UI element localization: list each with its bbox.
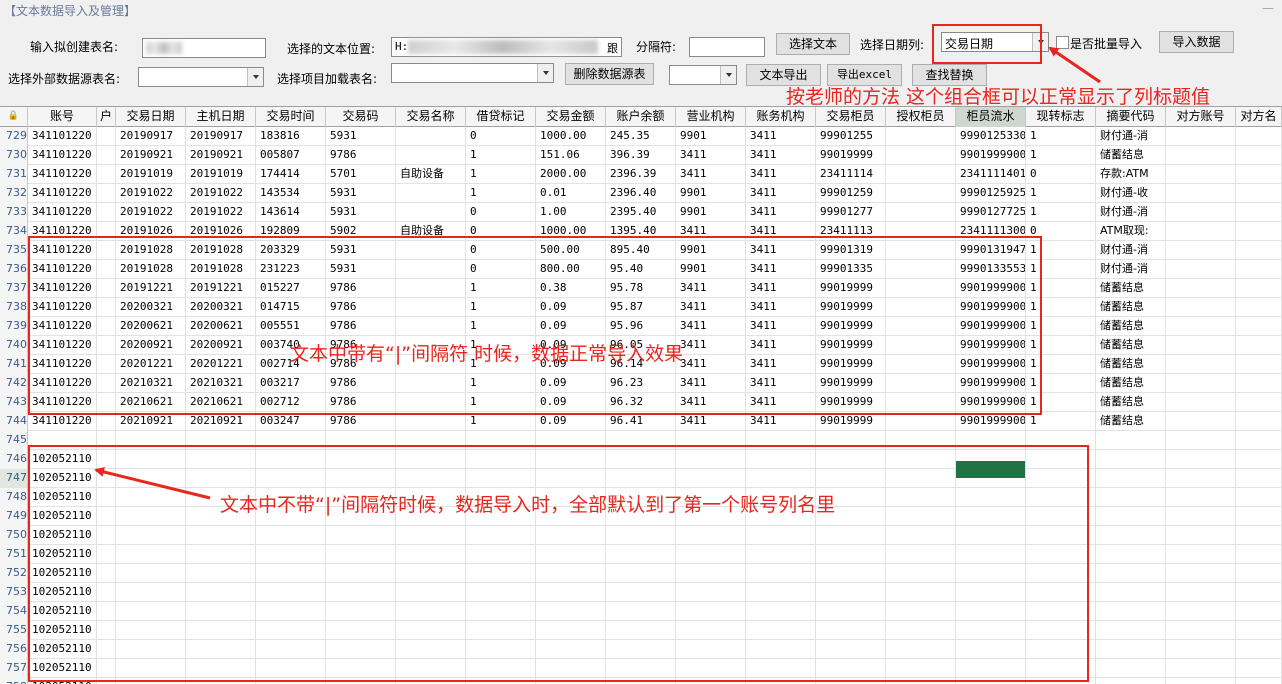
- annotation-arrows: [94, 46, 1101, 500]
- arrow-to-account-column: [94, 467, 211, 500]
- arrow-to-combo: [1048, 46, 1101, 84]
